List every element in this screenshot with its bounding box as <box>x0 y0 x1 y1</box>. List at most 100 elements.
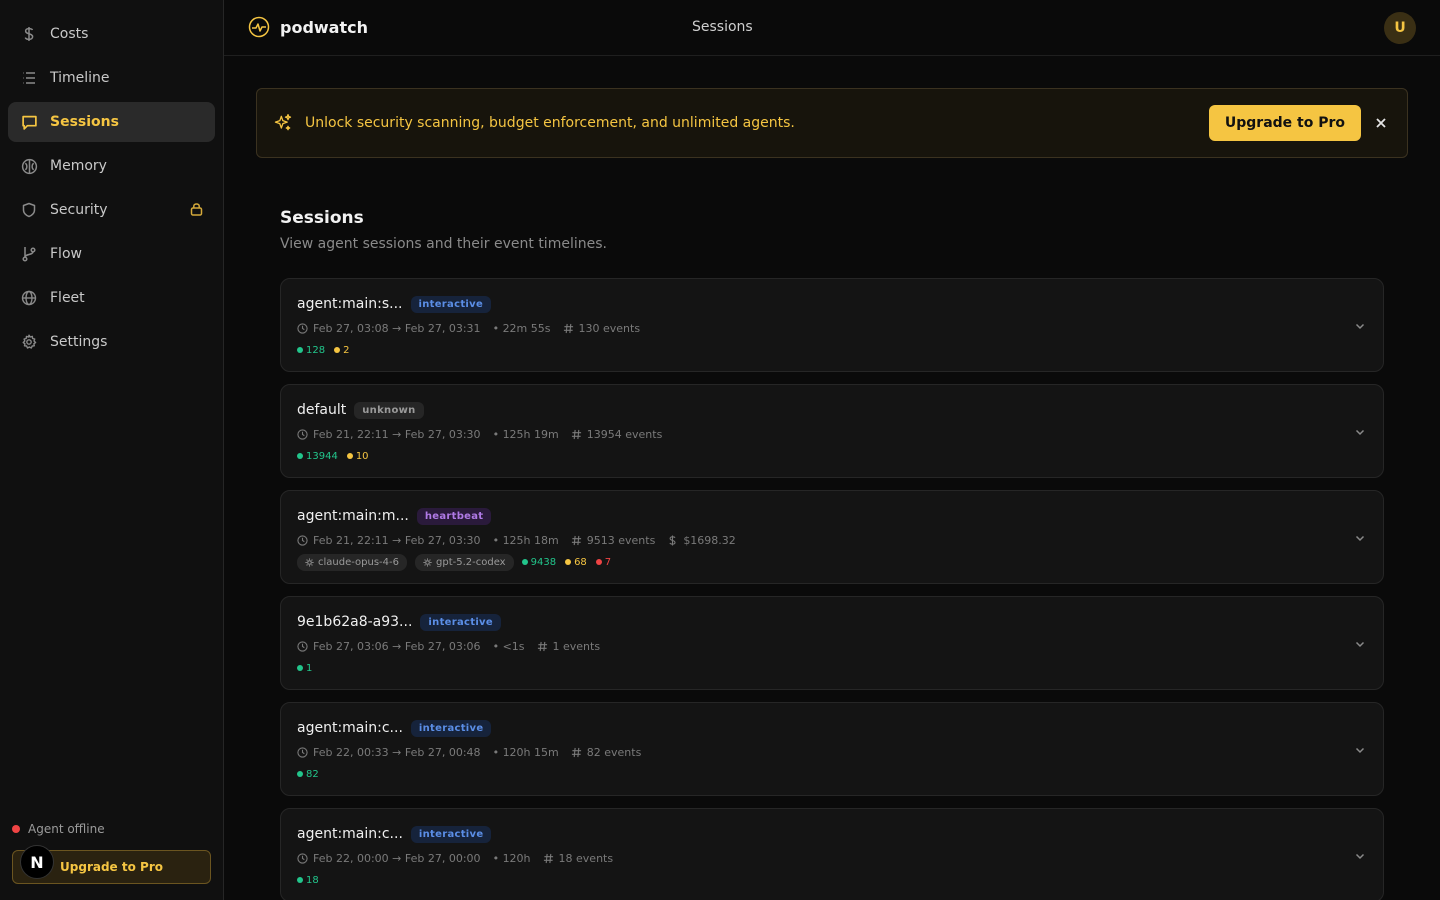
bullet: • <box>492 851 503 865</box>
session-start: Feb 21, 22:11 <box>313 533 389 547</box>
chevron-down-icon[interactable] <box>1353 636 1367 650</box>
session-time-range: Feb 27, 03:06 → Feb 27, 03:06 <box>297 640 481 653</box>
sidebar-item-label: Sessions <box>50 114 119 130</box>
session-end: Feb 27, 00:48 <box>404 745 481 759</box>
list-icon <box>20 69 38 87</box>
app-root: Costs Timeline Sessions Memory Security Flow F… <box>0 0 1440 900</box>
count-green: 82 <box>297 769 319 780</box>
sparkles-icon <box>274 114 292 131</box>
sidebar-item-security[interactable]: Security <box>8 190 215 230</box>
clock-icon <box>297 640 308 652</box>
session-name: agent:main:c... <box>297 826 403 842</box>
page-title: Sessions <box>280 208 364 228</box>
count-value: 10 <box>355 450 369 462</box>
session-events: 1 events <box>552 639 601 653</box>
session-card[interactable]: default unknown Feb 21, 22:11 → Feb 27, 03… <box>280 384 1384 478</box>
session-end: Feb 27, 03:30 <box>404 427 481 441</box>
session-meta: Feb 21, 22:11 → Feb 27, 03:30 • 125h 18m 9… <box>297 533 1367 547</box>
sidebar-item-sessions[interactable]: Sessions <box>8 102 215 142</box>
session-header: default unknown <box>297 399 1367 421</box>
agent-status: Agent offline <box>12 822 105 836</box>
n-badge[interactable]: N <box>20 845 54 879</box>
status-dot <box>297 665 303 671</box>
count-value: 68 <box>574 556 587 568</box>
clock-icon <box>297 428 308 440</box>
chevron-down-icon[interactable] <box>1353 742 1367 756</box>
session-time-range: Feb 21, 22:11 → Feb 27, 03:30 <box>297 428 481 441</box>
session-duration-item: • 125h 19m <box>493 428 559 441</box>
session-end: Feb 27, 03:06 <box>404 639 481 653</box>
count-green: 1 <box>297 663 312 674</box>
banner-text: Unlock security scanning, budget enforce… <box>305 115 795 131</box>
session-card[interactable]: agent:main:c... interactive Feb 22, 00:33 … <box>280 702 1384 796</box>
model-icon <box>423 557 432 567</box>
session-time-range: Feb 21, 22:11 → Feb 27, 03:30 <box>297 534 481 547</box>
podwatch-logo-icon <box>248 16 270 38</box>
count-amber: 2 <box>334 345 349 356</box>
upgrade-banner: Unlock security scanning, budget enforce… <box>256 88 1408 158</box>
hash-icon <box>543 853 553 863</box>
chat-icon <box>20 113 38 131</box>
page-header-title: Sessions <box>692 19 753 35</box>
session-events-item: 130 events <box>563 322 640 335</box>
hash-icon <box>537 641 547 651</box>
brand-name: podwatch <box>280 17 368 37</box>
bullet: • <box>492 321 503 335</box>
session-meta: Feb 27, 03:06 → Feb 27, 03:06 • <1s 1 even… <box>297 639 1367 653</box>
range-arrow: → <box>388 533 405 547</box>
session-duration-item: • 125h 18m <box>493 534 559 547</box>
session-card[interactable]: agent:main:c... interactive Feb 22, 00:00 … <box>280 808 1384 900</box>
session-duration: 120h <box>502 851 531 865</box>
status-dot <box>346 453 353 459</box>
sidebar-item-memory[interactable]: Memory <box>8 146 215 186</box>
session-card[interactable]: agent:main:m... heartbeat Feb 21, 22:11 → … <box>280 490 1384 584</box>
range-arrow: → <box>388 427 405 441</box>
brain-icon <box>20 157 38 175</box>
brand[interactable]: podwatch <box>248 16 368 38</box>
session-events: 82 events <box>586 745 642 759</box>
session-name: agent:main:m... <box>297 508 409 524</box>
upgrade-button[interactable]: Upgrade to Pro <box>1208 105 1361 141</box>
status-dot <box>12 825 20 833</box>
sidebar-item-flow[interactable]: Flow <box>8 234 215 274</box>
user-avatar[interactable]: U <box>1384 12 1416 44</box>
close-icon[interactable] <box>1371 113 1391 133</box>
session-duration: 120h 15m <box>502 745 559 759</box>
sidebar-item-timeline[interactable]: Timeline <box>8 58 215 98</box>
session-card[interactable]: 9e1b62a8-a93... interactive Feb 27, 03:06 … <box>280 596 1384 690</box>
count-green: 9438 <box>521 557 556 568</box>
session-header: 9e1b62a8-a93... interactive <box>297 611 1367 633</box>
count-value: 2 <box>343 344 350 356</box>
session-events-item: 9513 events <box>571 534 655 547</box>
session-type-badge: heartbeat <box>416 507 492 525</box>
status-dot <box>297 453 303 459</box>
chevron-down-icon[interactable] <box>1353 318 1367 332</box>
chevron-down-icon[interactable] <box>1353 424 1367 438</box>
clock-icon <box>297 852 308 864</box>
range-arrow: → <box>388 851 405 865</box>
clock-icon <box>297 534 308 546</box>
sidebar-nav: Costs Timeline Sessions Memory Security Flow F… <box>0 14 223 362</box>
status-dot <box>297 347 303 353</box>
sidebar-item-label: Timeline <box>50 70 110 86</box>
sidebar-item-fleet[interactable]: Fleet <box>8 278 215 318</box>
model-icon <box>305 557 314 567</box>
session-type-badge: interactive <box>420 613 501 631</box>
hash-icon <box>571 747 581 757</box>
session-counts: 82 <box>297 767 1367 781</box>
session-end: Feb 27, 03:30 <box>404 533 481 547</box>
bullet: • <box>492 533 503 547</box>
session-header: agent:main:m... heartbeat <box>297 505 1367 527</box>
count-green: 18 <box>297 875 319 886</box>
session-card[interactable]: agent:main:s... interactive Feb 27, 03:08 … <box>280 278 1384 372</box>
sidebar-item-costs[interactable]: Costs <box>8 14 215 54</box>
session-counts: 18 <box>297 873 1367 887</box>
sidebar-item-settings[interactable]: Settings <box>8 322 215 362</box>
sidebar-item-label: Fleet <box>50 290 85 306</box>
status-dot <box>595 559 602 565</box>
chevron-down-icon[interactable] <box>1353 530 1367 544</box>
session-events-item: 82 events <box>571 745 642 759</box>
session-end: Feb 27, 03:31 <box>404 321 481 335</box>
chevron-down-icon[interactable] <box>1353 848 1367 862</box>
count-amber: 68 <box>565 557 587 568</box>
